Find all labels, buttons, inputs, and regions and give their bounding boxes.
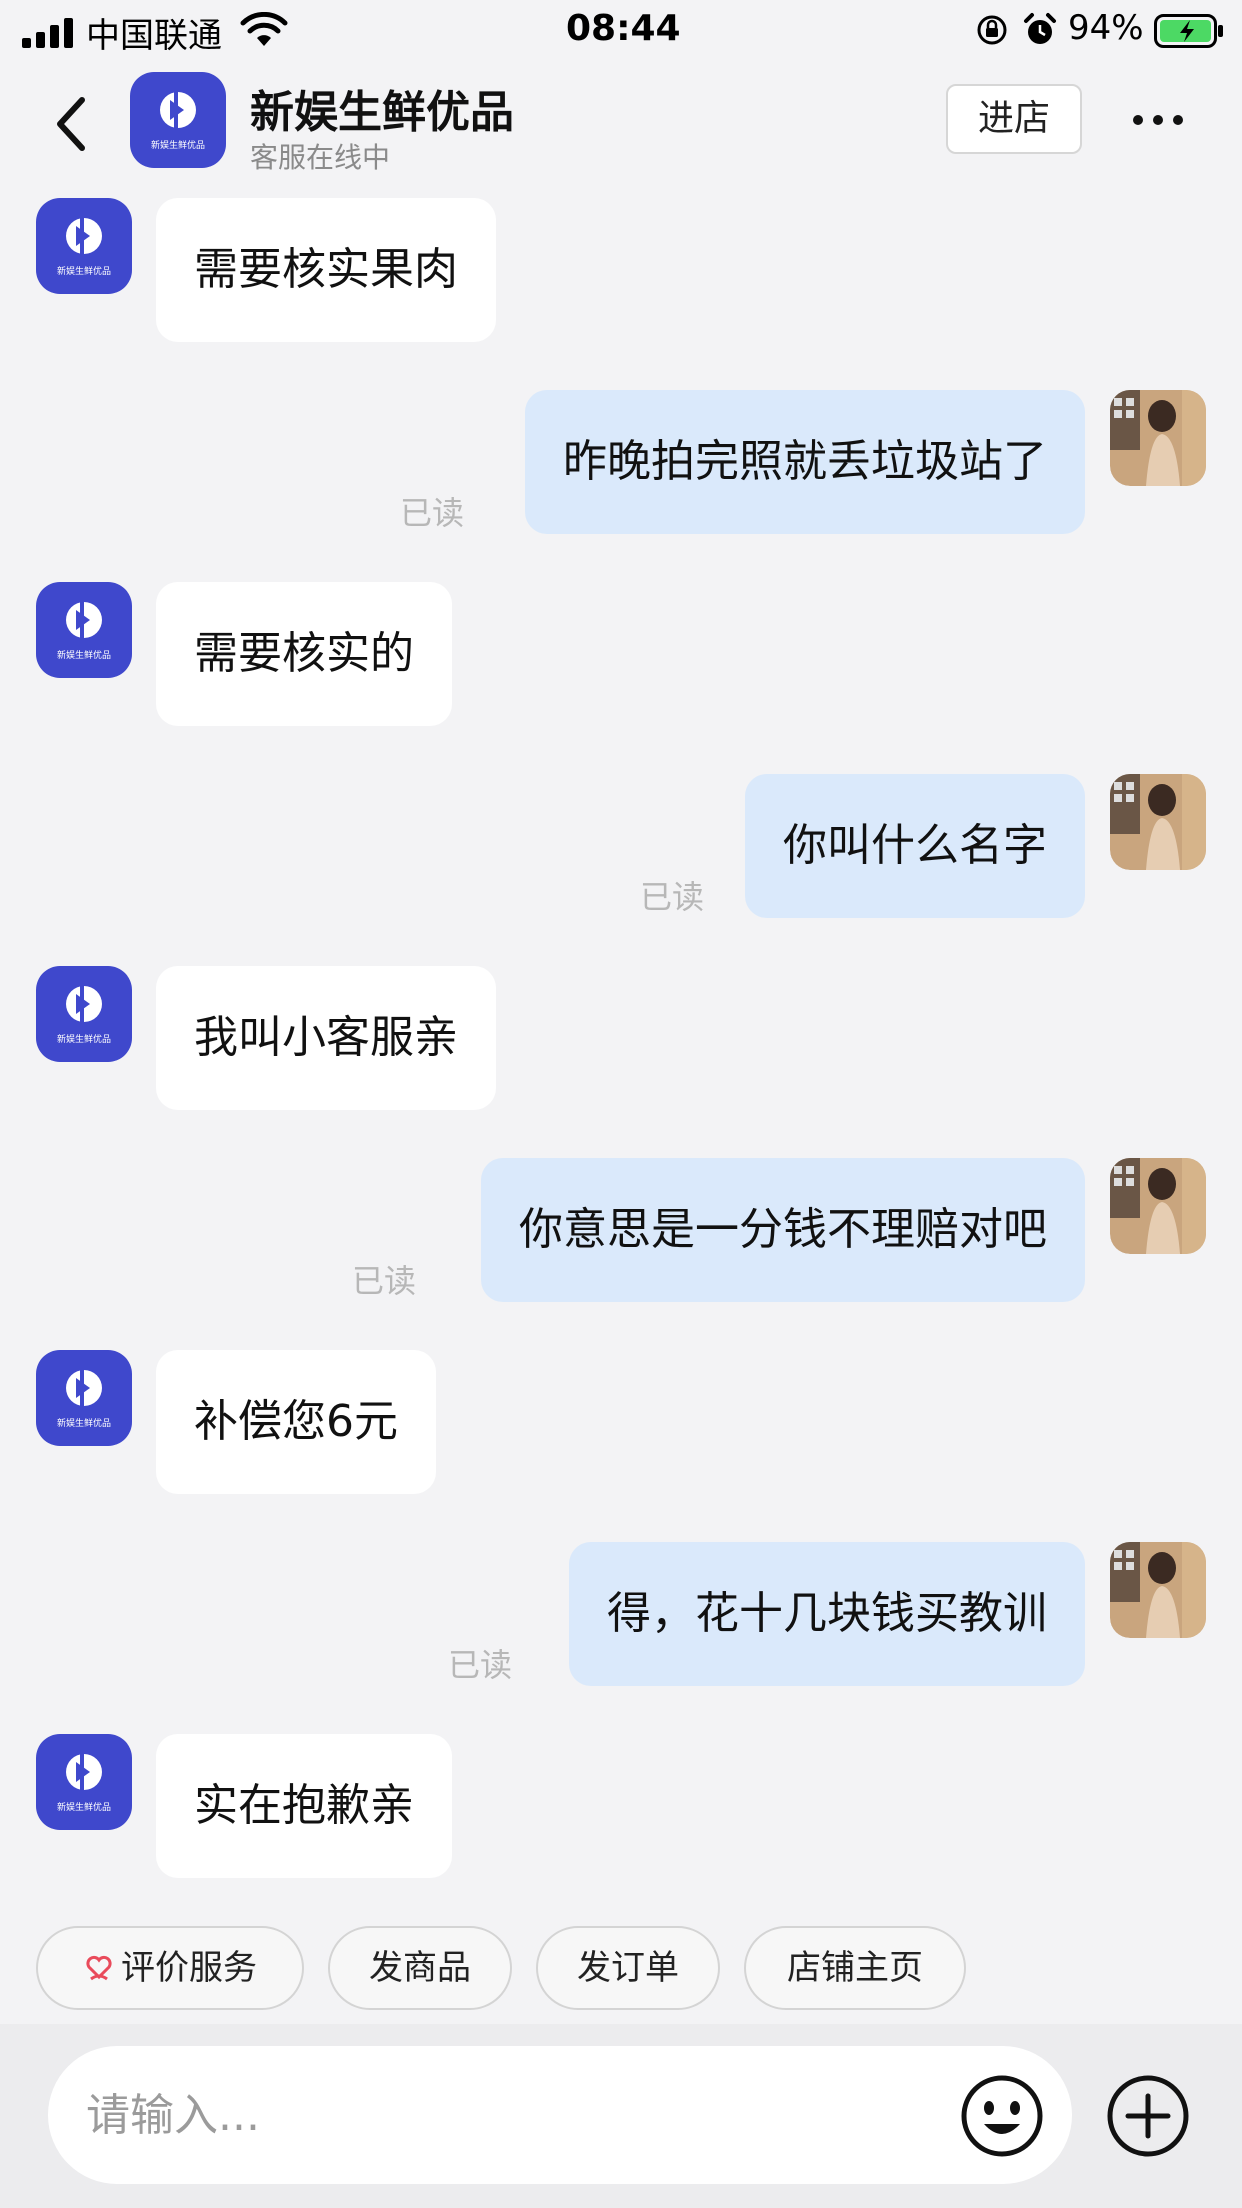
message-bubble-outgoing[interactable]: 昨晚拍完照就丢垃圾站了 (525, 390, 1085, 534)
logo-text: 新娱生鲜优品 (151, 139, 205, 151)
carrier-name: 中国联通 (86, 16, 222, 56)
svg-text:新娱生鲜优品: 新娱生鲜优品 (57, 1417, 111, 1429)
chat-header: 新娱生鲜优品 新娱生鲜优品 客服在线中 进店 (0, 64, 1242, 184)
battery-icon (1154, 14, 1223, 48)
shop-avatar-icon[interactable]: 新娱生鲜优品 (36, 1734, 132, 1830)
heart-hands-icon (86, 1955, 112, 1981)
read-receipt: 已读 (448, 1646, 513, 1684)
svg-text:新娱生鲜优品: 新娱生鲜优品 (57, 1801, 111, 1813)
shop-name[interactable]: 新娱生鲜优品 (250, 76, 514, 140)
shop-avatar-icon[interactable]: 新娱生鲜优品 (36, 1350, 132, 1446)
user-avatar[interactable] (1110, 390, 1206, 486)
read-receipt: 已读 (400, 494, 465, 532)
enter-store-button[interactable]: 进店 (946, 84, 1082, 154)
wifi-icon (240, 12, 288, 46)
more-icon[interactable] (1128, 100, 1188, 140)
message-bubble-outgoing[interactable]: 得，花十几块钱买教训 (569, 1542, 1085, 1686)
message-bubble-incoming[interactable]: 实在抱歉亲 (156, 1734, 452, 1878)
read-receipt: 已读 (640, 878, 705, 916)
shop-logo[interactable]: 新娱生鲜优品 (130, 72, 226, 168)
rate-service-button[interactable]: 评价服务 (36, 1926, 304, 2010)
message-bubble-incoming[interactable]: 需要核实的 (156, 582, 452, 726)
svg-text:新娱生鲜优品: 新娱生鲜优品 (57, 1033, 111, 1045)
user-avatar[interactable] (1110, 1158, 1206, 1254)
store-home-button[interactable]: 店铺主页 (744, 1926, 966, 2010)
shop-avatar-icon[interactable]: 新娱生鲜优品 (36, 198, 132, 294)
user-avatar[interactable] (1110, 1542, 1206, 1638)
message-bubble-outgoing[interactable]: 你意思是一分钱不理赔对吧 (481, 1158, 1085, 1302)
shop-avatar-icon[interactable]: 新娱生鲜优品 (36, 966, 132, 1062)
send-product-button[interactable]: 发商品 (328, 1926, 512, 2010)
message-bubble-outgoing[interactable]: 你叫什么名字 (745, 774, 1085, 918)
input-bar (0, 2024, 1242, 2208)
shop-avatar-icon[interactable]: 新娱生鲜优品 (36, 582, 132, 678)
clock-time: 08:44 (566, 8, 681, 49)
battery-percent: 94% (1068, 8, 1144, 48)
user-avatar[interactable] (1110, 774, 1206, 870)
svg-text:新娱生鲜优品: 新娱生鲜优品 (57, 649, 111, 661)
rate-service-label: 评价服务 (121, 1948, 257, 1988)
emoji-icon[interactable] (960, 2074, 1044, 2158)
svg-text:新娱生鲜优品: 新娱生鲜优品 (57, 265, 111, 277)
service-status: 客服在线中 (250, 141, 391, 174)
back-icon[interactable] (48, 92, 92, 156)
read-receipt: 已读 (352, 1262, 417, 1300)
message-bubble-incoming[interactable]: 需要核实果肉 (156, 198, 496, 342)
status-bar: 中国联通 08:44 94% (0, 0, 1242, 64)
plus-icon[interactable] (1106, 2074, 1190, 2158)
send-order-button[interactable]: 发订单 (536, 1926, 720, 2010)
message-bubble-incoming[interactable]: 我叫小客服亲 (156, 966, 496, 1110)
orientation-lock-icon (977, 15, 1007, 45)
message-bubble-incoming[interactable]: 补偿您6元 (156, 1350, 436, 1494)
alarm-icon (1024, 13, 1056, 44)
message-input[interactable] (48, 2046, 1072, 2184)
signal-icon (22, 18, 73, 48)
